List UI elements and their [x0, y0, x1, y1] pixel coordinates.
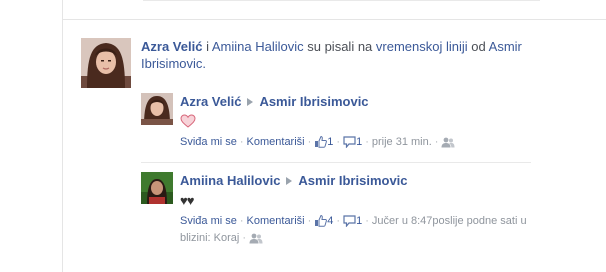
- comments-count-button[interactable]: 1: [343, 136, 362, 148]
- heart-icon: [180, 114, 196, 128]
- comment-bubble-icon: [343, 215, 356, 227]
- arrow-right-icon: [247, 98, 254, 107]
- separator: ·: [336, 215, 341, 227]
- story-and-text: i: [206, 39, 209, 54]
- separator: ·: [434, 136, 439, 148]
- like-link[interactable]: Sviđa mi se: [180, 215, 237, 227]
- likes-count-button[interactable]: 4: [314, 214, 333, 227]
- story-header: Azra Velić i Amiina Halilovic su pisali …: [141, 38, 541, 72]
- post-item: Amiina Halilovic Asmir Ibrisimovic ♥♥ Svi…: [141, 172, 531, 248]
- separator: ·: [307, 215, 312, 227]
- post-divider: [141, 162, 531, 163]
- story-author-link[interactable]: Azra Velić: [141, 39, 202, 54]
- post-actions: Sviđa mi se · Komentariši · 1 · 1 · prije 31 min…: [180, 134, 455, 151]
- post-content: [180, 114, 196, 131]
- separator: ·: [239, 215, 244, 227]
- friends-icon[interactable]: [441, 137, 455, 148]
- story-of-text: od: [471, 39, 486, 54]
- post-content: ♥♥: [180, 193, 194, 208]
- likes-count-button[interactable]: 1: [314, 135, 333, 148]
- separator: ·: [307, 136, 312, 148]
- like-link[interactable]: Sviđa mi se: [180, 136, 237, 148]
- separator: ·: [365, 136, 369, 148]
- post-target-link[interactable]: Asmir Ibrisimovic: [259, 94, 368, 109]
- post-timestamp[interactable]: prije 31 min.: [372, 136, 432, 148]
- avatar-photo: [141, 172, 173, 204]
- story-author-avatar[interactable]: [81, 38, 131, 88]
- separator: ·: [239, 136, 244, 148]
- post-author-link[interactable]: Azra Velić: [180, 94, 241, 109]
- comment-link[interactable]: Komentariši: [247, 215, 305, 227]
- post-header: Amiina Halilovic Asmir Ibrisimovic: [180, 173, 408, 188]
- post-item: Azra Velić Asmir Ibrisimovic Sviđa mi se ·…: [141, 93, 531, 157]
- comments-count-button[interactable]: 1: [343, 215, 362, 227]
- timeline-link[interactable]: vremenskoj liniji: [376, 39, 468, 54]
- post-author-avatar[interactable]: [141, 172, 173, 204]
- thumbs-up-icon: [315, 214, 328, 227]
- thumbs-up-icon: [315, 135, 328, 148]
- separator: ·: [365, 215, 369, 227]
- previous-story-border: [143, 0, 540, 1]
- story-top-divider: [63, 19, 606, 20]
- arrow-right-icon: [286, 177, 293, 186]
- comment-link[interactable]: Komentariši: [247, 136, 305, 148]
- friends-icon[interactable]: [249, 233, 263, 244]
- story-verb-text: su pisali na: [307, 39, 373, 54]
- comment-bubble-icon: [343, 136, 356, 148]
- avatar-photo: [141, 93, 173, 125]
- post-actions: Sviđa mi se · Komentariši · 4 · 1 · Jučer u 8:47…: [180, 213, 530, 247]
- post-header: Azra Velić Asmir Ibrisimovic: [180, 94, 369, 109]
- post-author-link[interactable]: Amiina Halilovic: [180, 173, 280, 188]
- post-author-avatar[interactable]: [141, 93, 173, 125]
- timeline-left-border: [62, 0, 63, 272]
- story-coauthor-link[interactable]: Amiina Halilovic: [212, 39, 304, 54]
- post-target-link[interactable]: Asmir Ibrisimovic: [298, 173, 407, 188]
- post-location[interactable]: Koraj: [214, 232, 240, 244]
- avatar-photo: [81, 38, 131, 88]
- separator: ·: [336, 136, 341, 148]
- separator: ·: [242, 232, 246, 244]
